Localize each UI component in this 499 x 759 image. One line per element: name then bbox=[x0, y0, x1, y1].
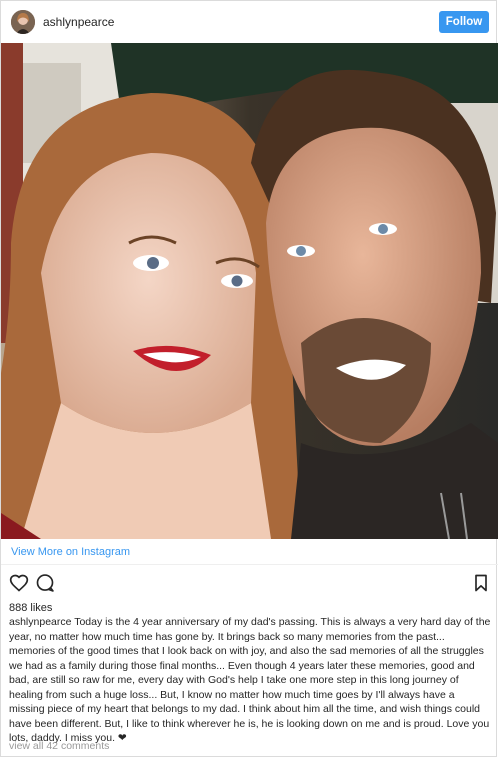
post-caption: ashlynpearce Today is the 4 year anniver… bbox=[9, 615, 491, 746]
post-header: ashlynpearce Follow bbox=[1, 1, 498, 43]
action-bar bbox=[1, 573, 498, 595]
heart-icon[interactable] bbox=[9, 573, 29, 593]
bookmark-icon[interactable] bbox=[471, 573, 491, 593]
like-count[interactable]: 888 likes bbox=[9, 602, 52, 614]
divider bbox=[1, 564, 498, 565]
photo-image bbox=[1, 43, 498, 539]
caption-username[interactable]: ashlynpearce bbox=[9, 616, 71, 628]
view-comments-link[interactable]: view all 42 comments bbox=[9, 740, 109, 752]
caption-text: Today is the 4 year anniversary of my da… bbox=[9, 616, 491, 744]
post-photo[interactable] bbox=[1, 43, 498, 539]
instagram-embed-card: ashlynpearce Follow View More on Instagr… bbox=[0, 0, 498, 757]
follow-button[interactable]: Follow bbox=[439, 11, 489, 33]
avatar[interactable] bbox=[11, 10, 35, 34]
view-more-link[interactable]: View More on Instagram bbox=[11, 546, 130, 558]
comment-icon[interactable] bbox=[35, 573, 55, 593]
username-link[interactable]: ashlynpearce bbox=[43, 15, 114, 29]
